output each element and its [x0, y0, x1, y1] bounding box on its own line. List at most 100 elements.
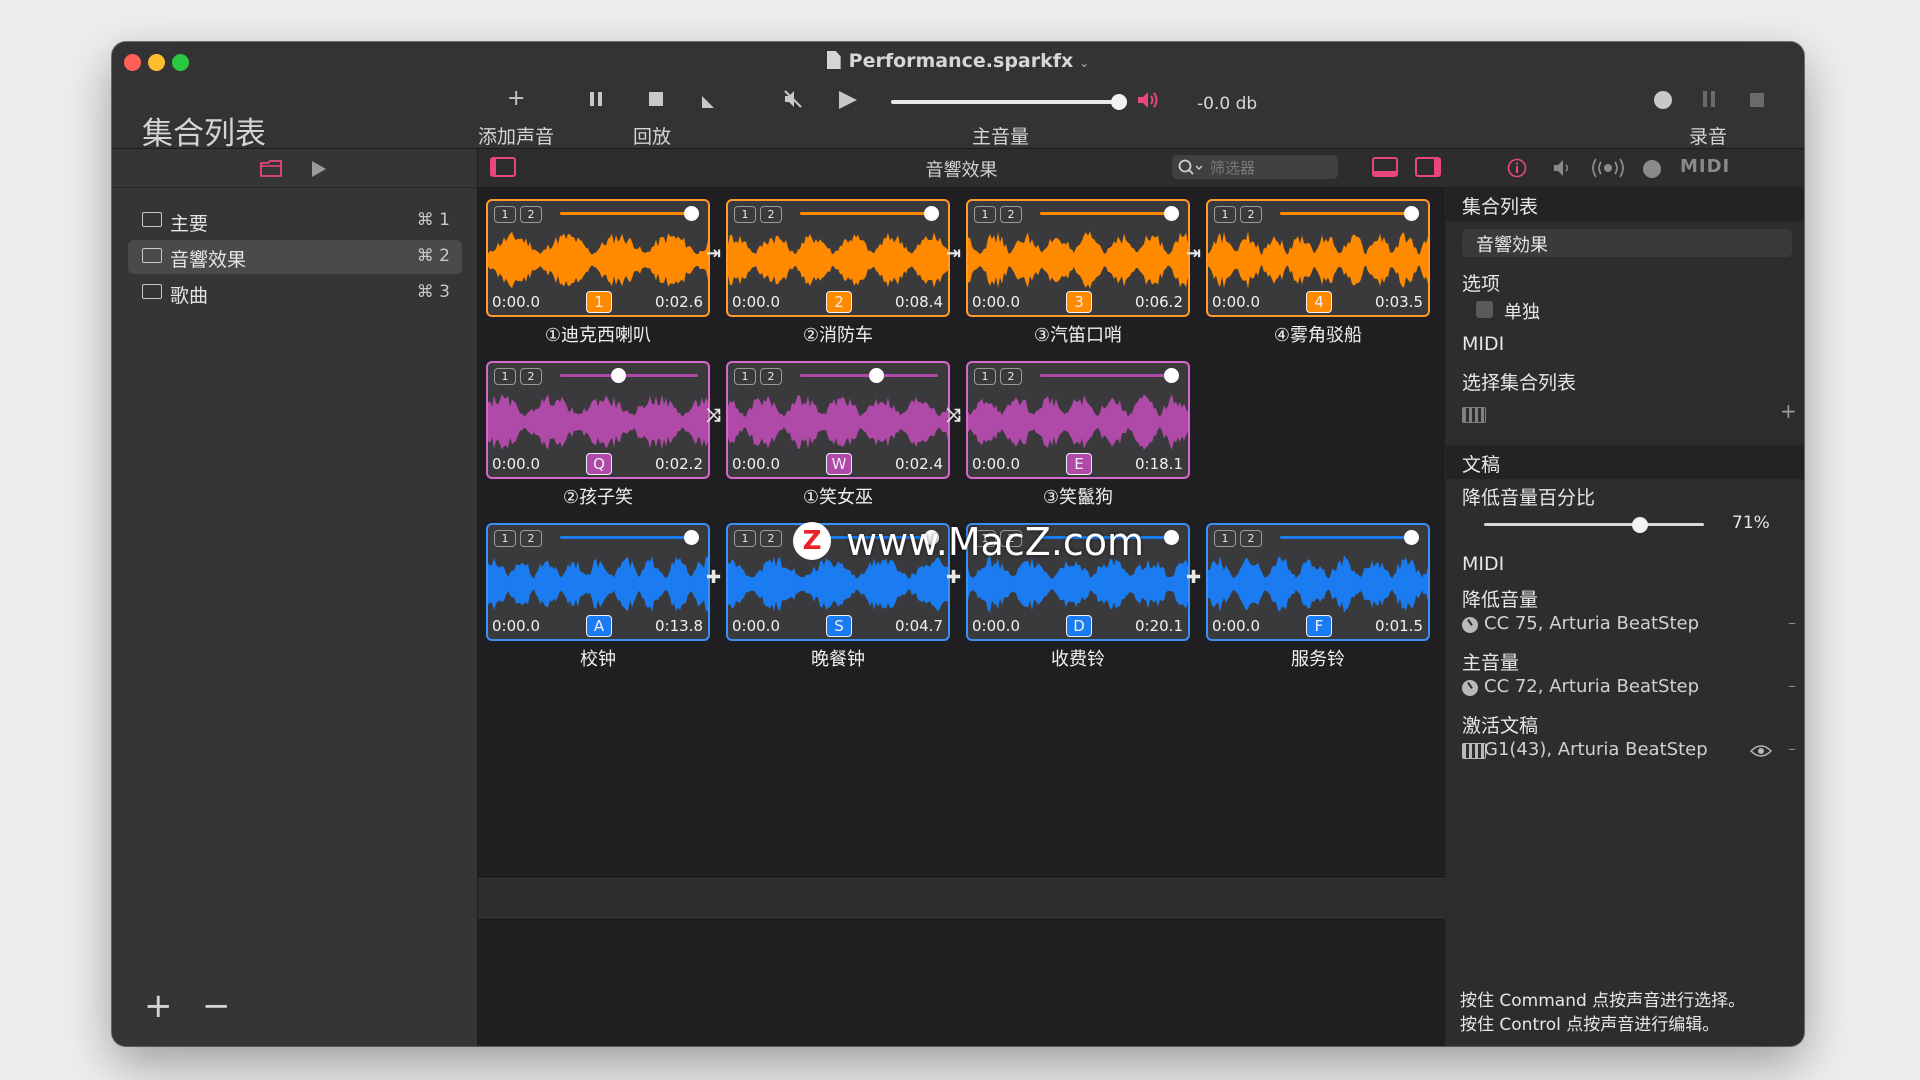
add-midi-button[interactable]: +: [1780, 399, 1797, 423]
channel-1-button[interactable]: 1: [974, 206, 996, 223]
pause-icon[interactable]: [589, 90, 603, 112]
channel-2-button[interactable]: 2: [1000, 368, 1022, 385]
filter-input[interactable]: 筛选器: [1172, 155, 1338, 179]
sidebar-item-main[interactable]: 主要 ⌘ 1: [128, 204, 462, 238]
channel-2-button[interactable]: 2: [1000, 206, 1022, 223]
sound-tile[interactable]: 1 2 0:00.0 0:13.8 A: [486, 523, 710, 641]
inspector-toggle-icon[interactable]: [1415, 157, 1441, 177]
midi-tab[interactable]: MIDI: [1680, 156, 1730, 177]
duration: 0:01.5: [1375, 617, 1423, 635]
tile-volume-knob[interactable]: [684, 530, 700, 545]
tile-volume-slider[interactable]: [560, 212, 698, 215]
channel-1-button[interactable]: 1: [974, 368, 996, 385]
channel-1-button[interactable]: 1: [734, 206, 756, 223]
cue-icon[interactable]: [700, 92, 716, 114]
channel-1-button[interactable]: 1: [494, 530, 516, 547]
tile-volume-knob[interactable]: [924, 206, 940, 221]
tile-volume-slider[interactable]: [1040, 212, 1178, 215]
broadcast-icon[interactable]: [1591, 158, 1625, 178]
select-setlist-label: 选择集合列表: [1462, 372, 1577, 394]
duck-midi-mapping[interactable]: CC 75, Arturia BeatStep: [1484, 613, 1699, 634]
activate-midi-mapping[interactable]: G1(43), Arturia BeatStep: [1484, 739, 1708, 760]
record-pause-icon[interactable]: [1702, 90, 1716, 113]
channel-2-button[interactable]: 2: [760, 368, 782, 385]
tile-volume-knob[interactable]: [1164, 530, 1180, 545]
channel-1-button[interactable]: 1: [494, 368, 516, 385]
channel-2-button[interactable]: 2: [520, 206, 542, 223]
stop-icon[interactable]: [648, 90, 664, 112]
tile-volume-slider[interactable]: [560, 374, 698, 377]
sidebar-item-sound-effects[interactable]: 音響效果 ⌘ 2: [128, 240, 462, 274]
tile-volume-knob[interactable]: [1404, 530, 1420, 545]
filter-placeholder: 筛选器: [1210, 159, 1256, 177]
channel-1-button[interactable]: 1: [1214, 206, 1236, 223]
remove-mapping-button[interactable]: –: [1788, 739, 1796, 758]
tile-volume-slider[interactable]: [560, 536, 698, 539]
remove-mapping-button[interactable]: –: [1788, 676, 1796, 695]
channel-1-button[interactable]: 1: [1214, 530, 1236, 547]
duck-percent-slider[interactable]: [1484, 523, 1704, 526]
channel-2-button[interactable]: 2: [760, 206, 782, 223]
tile-volume-slider[interactable]: [1040, 374, 1178, 377]
channel-2-button[interactable]: 2: [520, 368, 542, 385]
tile-link-icon[interactable]: ⇥: [946, 243, 961, 264]
remove-mapping-button[interactable]: –: [1788, 613, 1796, 632]
tile-link-icon[interactable]: ⇥: [1186, 243, 1201, 264]
master-volume-knob[interactable]: [1111, 94, 1127, 110]
tile-link-icon[interactable]: ✚: [946, 567, 961, 588]
master-midi-mapping[interactable]: CC 72, Arturia BeatStep: [1484, 676, 1699, 697]
sound-tile[interactable]: 1 2 0:00.0 0:02.6 1: [486, 199, 710, 317]
tile-volume-knob[interactable]: [610, 368, 626, 383]
tile-volume-knob[interactable]: [684, 206, 700, 221]
setlist-name-field[interactable]: 音響効果: [1462, 229, 1792, 257]
record-tab-icon[interactable]: [1642, 159, 1662, 179]
sound-tile[interactable]: 1 2 0:00.0 0:02.2 Q: [486, 361, 710, 479]
speaker-icon[interactable]: [1553, 159, 1573, 177]
record-icon[interactable]: [1653, 90, 1673, 115]
tile-volume-slider[interactable]: [800, 212, 938, 215]
sidebar-item-songs[interactable]: 歌曲 ⌘ 3: [128, 276, 462, 310]
sound-tile[interactable]: 1 2 0:00.0 0:18.1 E: [966, 361, 1190, 479]
sound-tile[interactable]: 1 2 0:00.0 0:06.2 3: [966, 199, 1190, 317]
sound-tile[interactable]: 1 2 0:00.0 0:03.5 4: [1206, 199, 1430, 317]
document-title[interactable]: Performance.sparkfx ⌄: [112, 50, 1804, 72]
record-stop-icon[interactable]: [1749, 91, 1765, 113]
solo-checkbox[interactable]: [1476, 301, 1493, 318]
channel-2-button[interactable]: 2: [1240, 206, 1262, 223]
remove-setlist-button[interactable]: −: [202, 986, 231, 1026]
channel-1-button[interactable]: 1: [734, 530, 756, 547]
tile-volume-knob[interactable]: [1164, 206, 1180, 221]
bottom-panel-toggle-icon[interactable]: [1372, 157, 1398, 177]
channel-2-button[interactable]: 2: [520, 530, 542, 547]
tile-volume-slider[interactable]: [1280, 536, 1418, 539]
mute-icon[interactable]: [783, 90, 805, 113]
tile-link-icon[interactable]: ⇥: [706, 243, 721, 264]
info-icon[interactable]: [1507, 158, 1527, 178]
sound-tile[interactable]: 1 2 0:00.0 0:02.4 W: [726, 361, 950, 479]
channel-1-button[interactable]: 1: [734, 368, 756, 385]
duck-percent-knob[interactable]: [1632, 517, 1649, 533]
tile-volume-slider[interactable]: [1280, 212, 1418, 215]
eye-icon[interactable]: [1750, 744, 1772, 758]
plus-icon[interactable]: +: [507, 86, 525, 111]
tile-link-icon[interactable]: ⤨: [946, 405, 960, 426]
tile-volume-knob[interactable]: [1164, 368, 1180, 383]
sound-tile[interactable]: 1 2 0:00.0 0:08.4 2: [726, 199, 950, 317]
tile-link-icon[interactable]: ⤨: [706, 405, 720, 426]
tile-link-icon[interactable]: ✚: [1186, 567, 1201, 588]
speaker-loud-icon[interactable]: [1136, 90, 1162, 115]
channel-2-button[interactable]: 2: [760, 530, 782, 547]
add-setlist-button[interactable]: +: [144, 986, 173, 1026]
tile-link-icon[interactable]: ✚: [706, 567, 721, 588]
channel-1-button[interactable]: 1: [494, 206, 516, 223]
sound-tile[interactable]: 1 2 0:00.0 0:01.5 F: [1206, 523, 1430, 641]
folder-icon[interactable]: [260, 159, 282, 177]
knob-icon: [1462, 617, 1478, 633]
master-volume-slider[interactable]: [891, 100, 1119, 104]
play-setlist-icon[interactable]: [311, 160, 327, 178]
tile-volume-knob[interactable]: [868, 368, 884, 383]
tile-volume-knob[interactable]: [1404, 206, 1420, 221]
play-icon[interactable]: [837, 90, 859, 115]
hotkey-badge: W: [826, 453, 852, 475]
channel-2-button[interactable]: 2: [1240, 530, 1262, 547]
